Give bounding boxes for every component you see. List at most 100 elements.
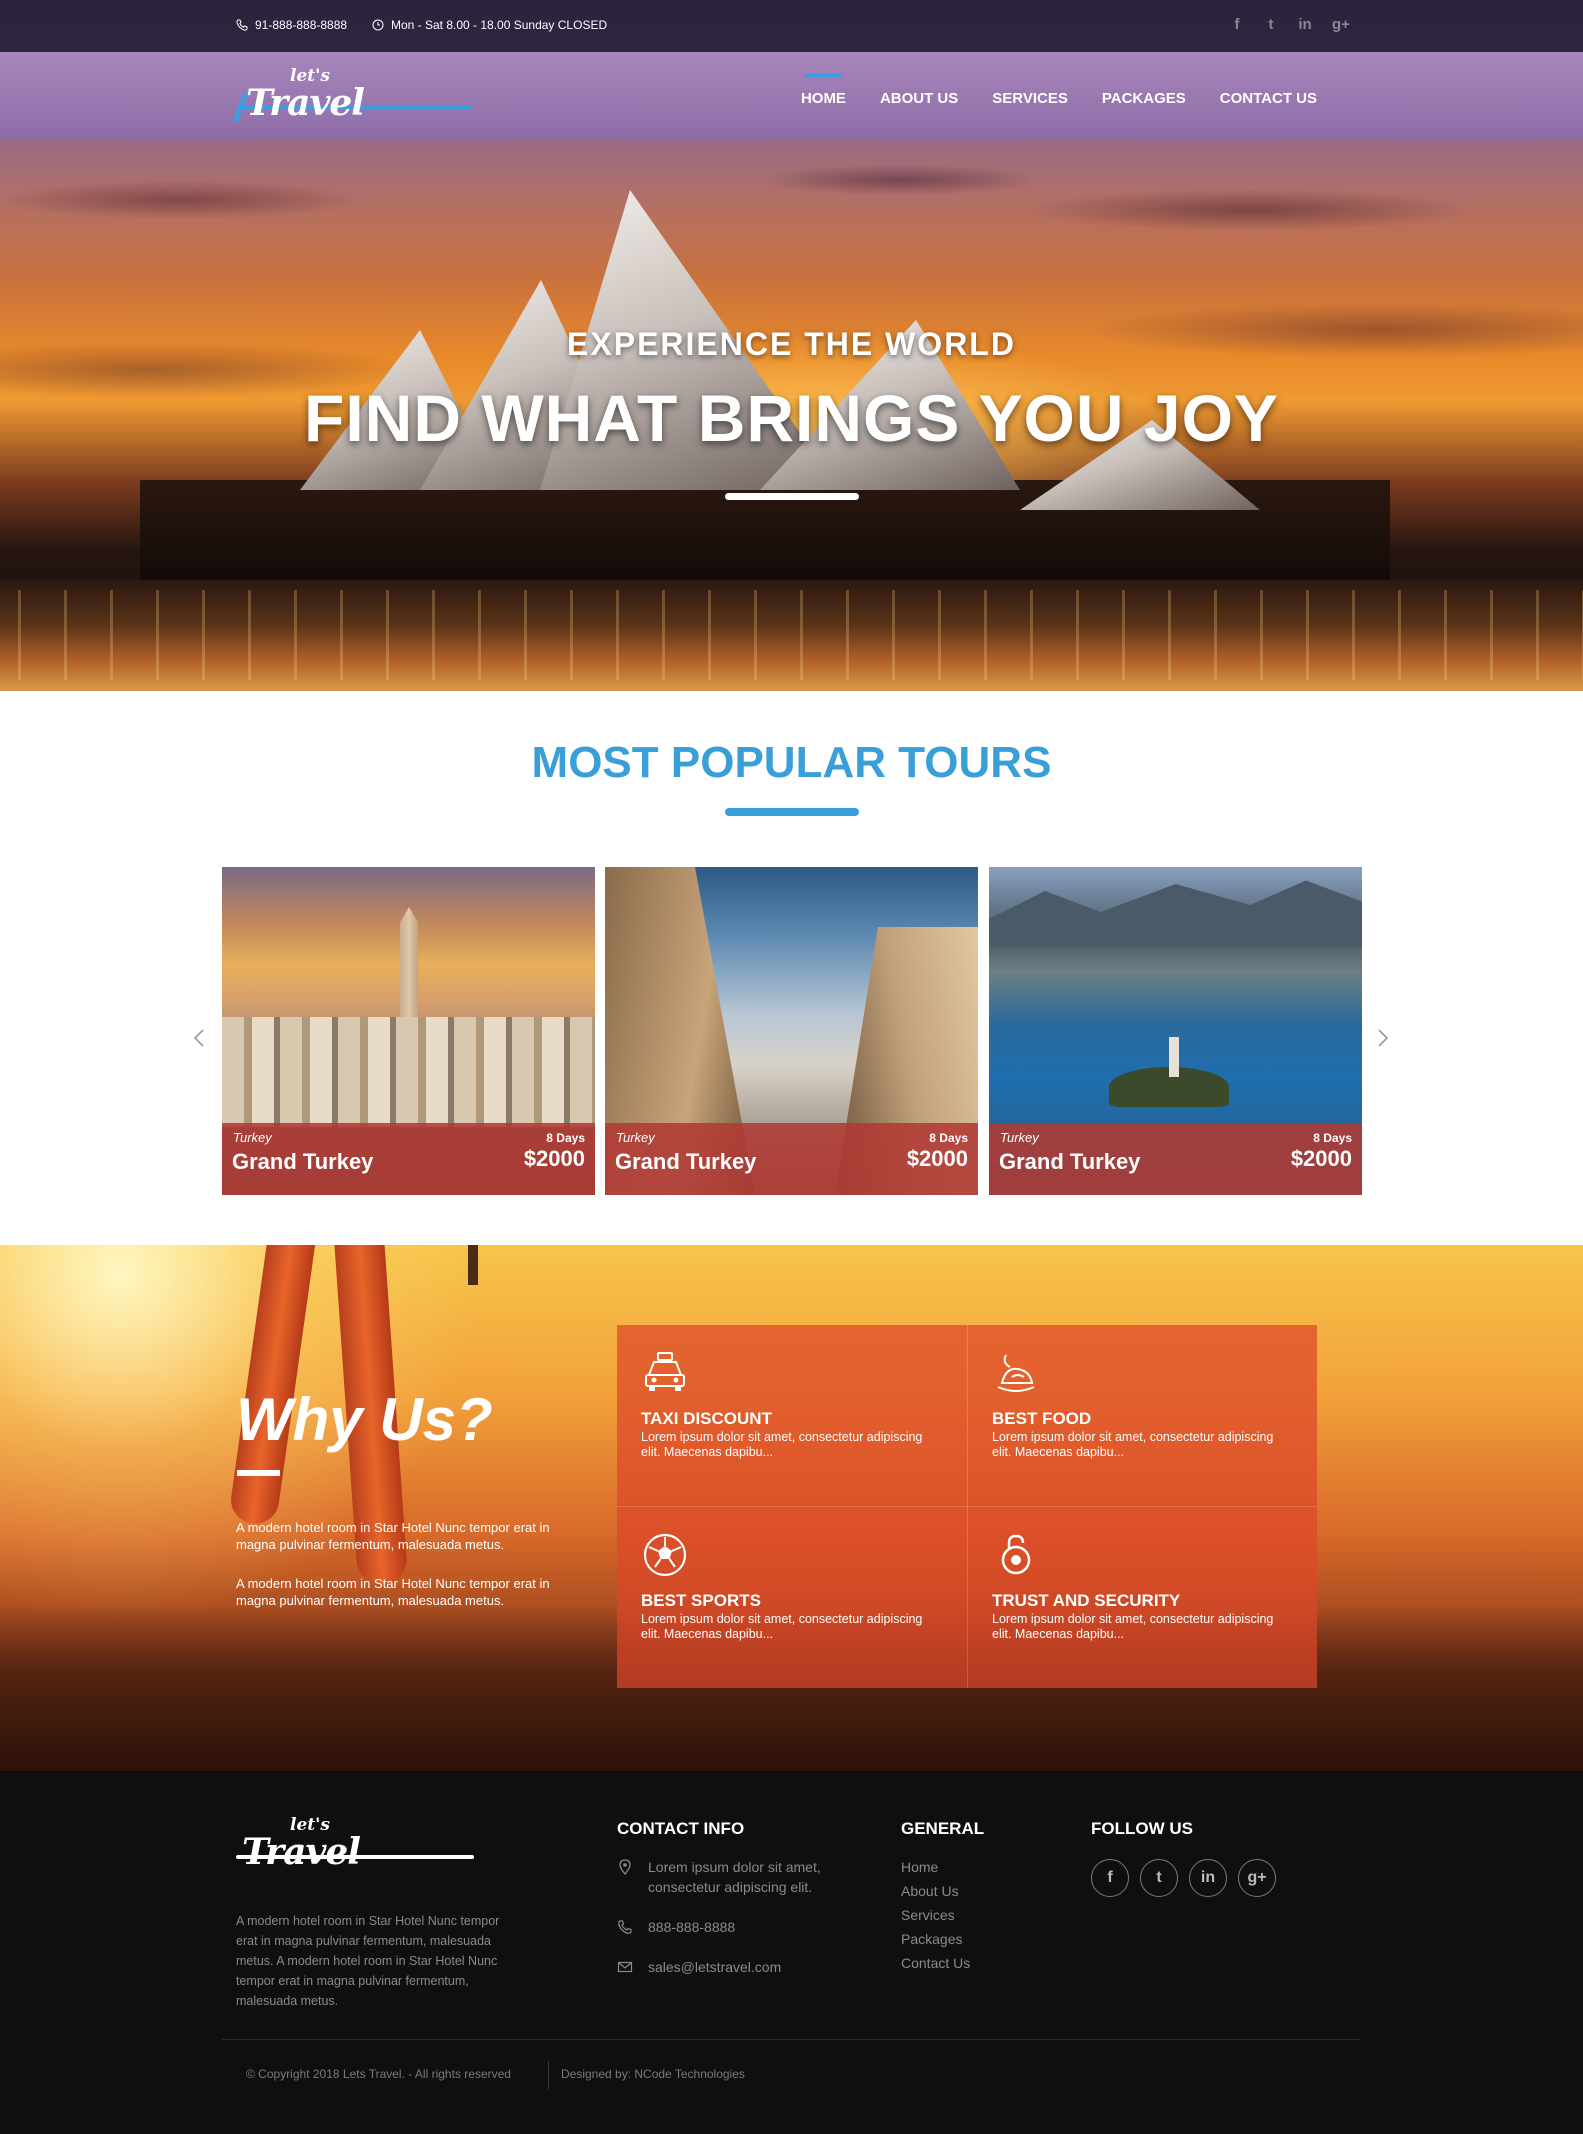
tour-name: Grand Turkey: [232, 1149, 374, 1174]
chevron-right-icon: [1378, 1029, 1389, 1047]
feature-text: Lorem ipsum dolor sit amet, consectetur …: [641, 1430, 923, 1459]
topbar-social-links: f t in g+: [1230, 16, 1350, 33]
footer-phone: 888-888-8888: [617, 1917, 857, 1939]
tour-name: Grand Turkey: [615, 1149, 757, 1174]
facebook-icon[interactable]: f: [1230, 16, 1244, 33]
feature-title: TRUST AND SECURITY: [992, 1591, 1181, 1610]
topbar-phone: 91-888-888-8888: [236, 18, 347, 32]
nav-services[interactable]: SERVICES: [992, 86, 1068, 107]
popular-tours-underline: [725, 808, 859, 816]
topbar-hours-text: Mon - Sat 8.00 - 18.00 Sunday CLOSED: [391, 18, 608, 32]
footer-social-links: f t in g+: [1091, 1859, 1276, 1897]
footer-link-contact-us[interactable]: Contact Us: [901, 1951, 970, 1975]
site-logo[interactable]: let's Travel: [232, 64, 476, 134]
hero-underline: [725, 493, 859, 500]
food-icon: [997, 1354, 1035, 1392]
taxi-icon: [645, 1352, 685, 1391]
footer-about-text: A modern hotel room in Star Hotel Nunc t…: [236, 1914, 500, 2008]
linkedin-icon[interactable]: in: [1189, 1859, 1227, 1897]
why-us-underline: [237, 1470, 280, 1476]
tour-caption: Turkey Grand Turkey 8 Days $2000: [989, 1123, 1362, 1195]
footer-link-home[interactable]: Home: [901, 1855, 970, 1879]
why-us-section: Why Us? A modern hotel room in Star Hote…: [0, 1245, 1583, 1771]
footer-address: Lorem ipsum dolor sit amet, consectetur …: [617, 1857, 857, 1901]
logo-big-text: Travel: [246, 82, 365, 124]
footer-follow-heading: FOLLOW US: [1091, 1819, 1193, 1838]
footer-separator: [548, 2061, 549, 2089]
linkedin-icon[interactable]: in: [1298, 16, 1312, 33]
why-us-title: Why Us?: [236, 1386, 493, 1453]
twitter-icon[interactable]: t: [1140, 1859, 1178, 1897]
topbar-hours: Mon - Sat 8.00 - 18.00 Sunday CLOSED: [372, 18, 607, 32]
facebook-icon[interactable]: f: [1091, 1859, 1129, 1897]
nav-about-us[interactable]: ABOUT US: [880, 86, 958, 107]
mountains: [989, 880, 1362, 947]
tour-price: $2000: [1290, 1146, 1352, 1171]
tour-card[interactable]: Turkey Grand Turkey 8 Days $2000: [222, 867, 595, 1195]
tour-days: 8 Days: [1313, 1131, 1352, 1145]
feature-title: BEST FOOD: [992, 1409, 1092, 1428]
popular-tours-title: MOST POPULAR TOURS: [531, 738, 1052, 787]
google-plus-icon[interactable]: g+: [1238, 1859, 1276, 1897]
city-buildings: [222, 1017, 595, 1127]
feature-text: Lorem ipsum dolor sit amet, consectetur …: [992, 1612, 1274, 1641]
water-reflections: [0, 590, 1583, 680]
tour-country: Turkey: [1000, 1130, 1039, 1145]
tour-caption: Turkey Grand Turkey 8 Days $2000: [605, 1123, 978, 1195]
footer-address-text: Lorem ipsum dolor sit amet, consectetur …: [648, 1859, 821, 1895]
main-nav: HOME ABOUT US SERVICES PACKAGES CONTACT …: [801, 52, 1317, 140]
footer-link-about-us[interactable]: About Us: [901, 1879, 970, 1903]
phone-icon: [236, 19, 248, 31]
clock-icon: [372, 19, 384, 31]
footer-designed-by[interactable]: Designed by: NCode Technologies: [561, 2067, 745, 2081]
footer-email: sales@letstravel.com: [617, 1957, 857, 1979]
footer-general-heading: GENERAL: [901, 1819, 985, 1838]
footer-link-packages[interactable]: Packages: [901, 1927, 970, 1951]
main-navbar: let's Travel HOME ABOUT US SERVICES PACK…: [0, 52, 1583, 140]
tour-card[interactable]: Turkey Grand Turkey 8 Days $2000: [989, 867, 1362, 1195]
hero-subtitle: EXPERIENCE THE WORLD: [567, 326, 1016, 362]
soccer-ball-icon: [643, 1533, 687, 1577]
tour-days: 8 Days: [929, 1131, 968, 1145]
backpack-strap: [468, 1245, 478, 1285]
tour-card[interactable]: Turkey Grand Turkey 8 Days $2000: [605, 867, 978, 1195]
footer-phone-text[interactable]: 888-888-8888: [648, 1917, 848, 1937]
feature-food: BEST FOOD Lorem ipsum dolor sit amet, co…: [992, 1325, 1322, 1485]
why-us-paragraph: A modern hotel room in Star Hotel Nunc t…: [236, 1520, 550, 1552]
tour-country: Turkey: [233, 1130, 272, 1145]
phone-icon: [618, 1920, 632, 1934]
tour-name: Grand Turkey: [999, 1149, 1141, 1174]
carousel-prev-button[interactable]: [193, 1028, 205, 1054]
tour-caption: Turkey Grand Turkey 8 Days $2000: [222, 1123, 595, 1195]
hero-title: FIND WHAT BRINGS YOU JOY: [304, 381, 1279, 455]
feature-taxi: TAXI DISCOUNT Lorem ipsum dolor sit amet…: [641, 1325, 971, 1485]
feature-title: TAXI DISCOUNT: [641, 1409, 772, 1428]
feature-text: Lorem ipsum dolor sit amet, consectetur …: [992, 1430, 1274, 1459]
footer-link-services[interactable]: Services: [901, 1903, 970, 1927]
footer-email-text[interactable]: sales@letstravel.com: [648, 1957, 848, 1977]
island-church: [1169, 1037, 1179, 1077]
twitter-icon[interactable]: t: [1264, 16, 1278, 33]
top-info-bar: 91-888-888-8888 Mon - Sat 8.00 - 18.00 S…: [0, 0, 1583, 52]
features-panel: TAXI DISCOUNT Lorem ipsum dolor sit amet…: [617, 1325, 1317, 1688]
lock-icon: [1001, 1534, 1031, 1575]
nav-home[interactable]: HOME: [801, 73, 846, 107]
tour-price: $2000: [523, 1146, 585, 1171]
footer-logo[interactable]: let's Travel: [236, 1815, 476, 1885]
tour-country: Turkey: [616, 1130, 655, 1145]
tour-days: 8 Days: [546, 1131, 585, 1145]
why-us-paragraph: A modern hotel room in Star Hotel Nunc t…: [236, 1576, 550, 1608]
google-plus-icon[interactable]: g+: [1332, 16, 1350, 33]
carousel-next-button[interactable]: [1377, 1028, 1389, 1054]
topbar-phone-text: 91-888-888-8888: [255, 18, 348, 32]
footer-copyright: © Copyright 2018 Lets Travel. - All righ…: [246, 2067, 511, 2081]
site-footer: let's Travel A modern hotel room in Star…: [0, 1771, 1583, 2134]
nav-contact-us[interactable]: CONTACT US: [1220, 86, 1317, 107]
envelope-icon: [617, 1961, 633, 1973]
feature-security: TRUST AND SECURITY Lorem ipsum dolor sit…: [992, 1507, 1322, 1667]
footer-contact-heading: CONTACT INFO: [617, 1819, 745, 1838]
chevron-left-icon: [193, 1029, 204, 1047]
feature-sports: BEST SPORTS Lorem ipsum dolor sit amet, …: [641, 1507, 971, 1667]
nav-packages[interactable]: PACKAGES: [1102, 86, 1186, 107]
feature-text: Lorem ipsum dolor sit amet, consectetur …: [641, 1612, 923, 1641]
